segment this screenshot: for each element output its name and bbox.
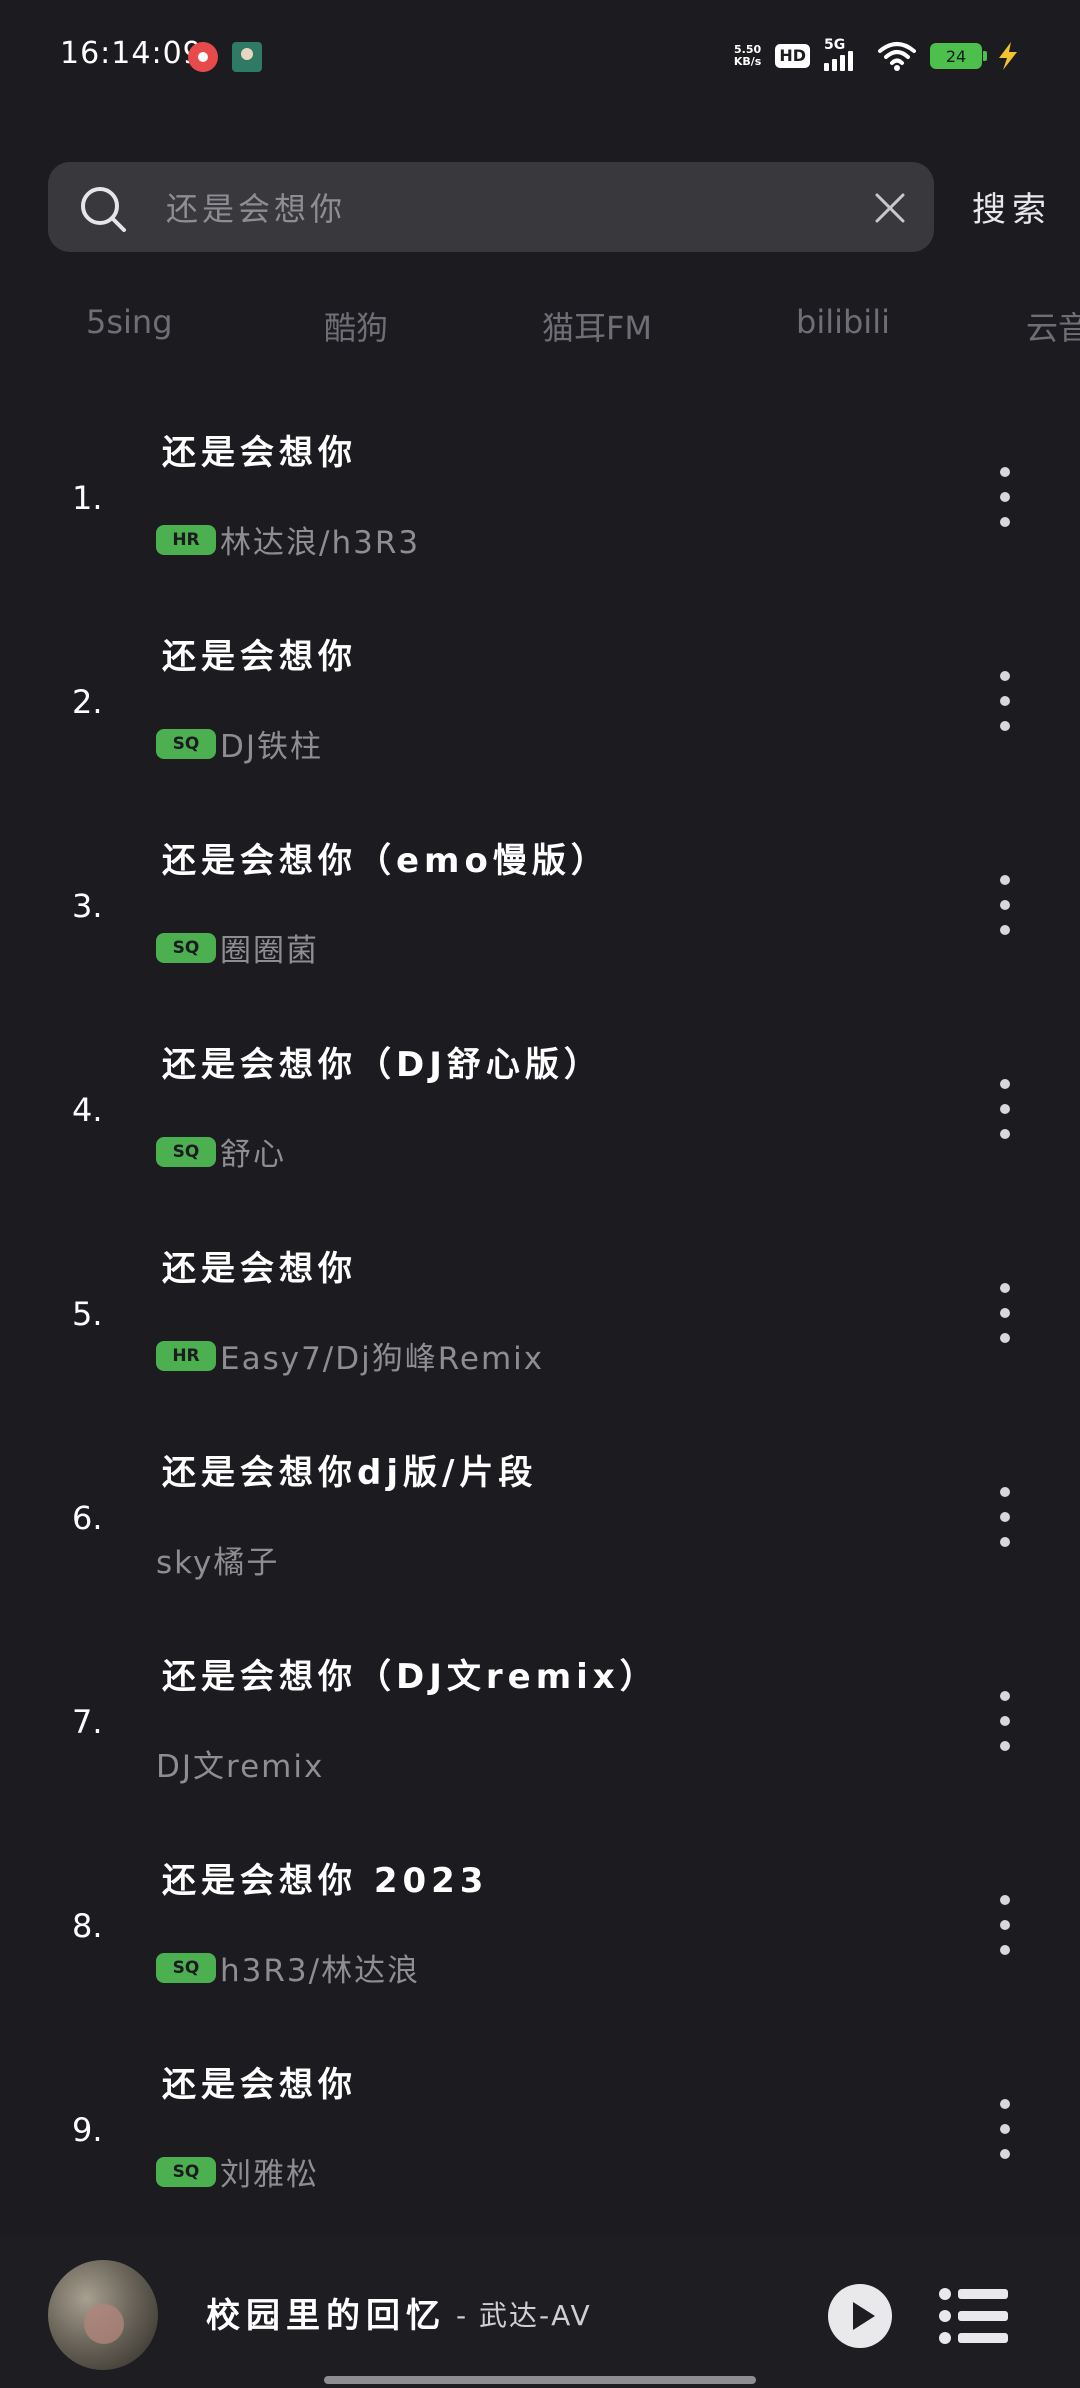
song-artist: 林达浪/h3R3: [220, 525, 421, 561]
item-index: 1.: [72, 479, 103, 517]
song-meta: SQ h3R3/林达浪: [156, 1945, 420, 1990]
battery-level: 24: [945, 46, 967, 66]
search-input[interactable]: [166, 178, 806, 236]
song-artist: 圈圈菌: [220, 933, 319, 969]
more-icon[interactable]: [990, 1487, 1020, 1547]
item-index: 9.: [72, 2111, 103, 2149]
now-playing-title: 校园里的回忆: [206, 2296, 446, 2336]
song-meta: SQ DJ铁柱: [156, 721, 323, 766]
song-artist: DJ文remix: [156, 1749, 325, 1785]
home-indicator[interactable]: [324, 2376, 756, 2384]
tab-cloud-music[interactable]: 云音: [1026, 303, 1080, 349]
list-item[interactable]: 1. 还是会想你 HR 林达浪/h3R3: [0, 395, 1080, 599]
list-item[interactable]: 8. 还是会想你 2023 SQ h3R3/林达浪: [0, 1823, 1080, 2027]
net-speed-unit: KB/s: [733, 55, 762, 68]
song-title: 还是会想你: [162, 433, 357, 473]
hd-badge: HD: [775, 44, 810, 68]
list-item[interactable]: 9. 还是会想你 SQ 刘雅松: [0, 2027, 1080, 2231]
battery-icon: 24: [930, 43, 987, 69]
item-index: 3.: [72, 887, 103, 925]
song-meta: HR 林达浪/h3R3: [156, 517, 420, 562]
song-title: 还是会想你: [162, 637, 357, 677]
song-artist: Easy7/Dj狗峰Remix: [220, 1341, 545, 1377]
more-icon[interactable]: [990, 1691, 1020, 1751]
list-item[interactable]: 3. 还是会想你（emo慢版） SQ 圈圈菌: [0, 803, 1080, 1007]
item-index: 5.: [72, 1295, 103, 1333]
list-item[interactable]: 5. 还是会想你 HR Easy7/Dj狗峰Remix: [0, 1211, 1080, 1415]
now-playing-artist: - 武达-AV: [456, 2299, 592, 2332]
item-index: 7.: [72, 1703, 103, 1741]
song-title: 还是会想你: [162, 2065, 357, 2105]
song-artist: h3R3/林达浪: [220, 1953, 421, 1989]
status-indicators: 5.50 KB/s HD 5G 24: [734, 36, 1020, 76]
quality-badge: HR: [156, 1340, 216, 1371]
netease-music-icon: [188, 42, 218, 72]
more-icon[interactable]: [990, 875, 1020, 935]
list-item[interactable]: 6. 还是会想你dj版/片段 sky橘子: [0, 1415, 1080, 1619]
more-icon[interactable]: [990, 1079, 1020, 1139]
song-artist: 舒心: [220, 1137, 286, 1173]
song-title: 还是会想你: [162, 1249, 357, 1289]
song-artist: DJ铁柱: [220, 729, 324, 765]
song-meta: SQ 刘雅松: [156, 2149, 319, 2194]
search-box[interactable]: [48, 162, 934, 252]
network-label: 5G: [824, 37, 846, 53]
list-item[interactable]: 7. 还是会想你（DJ文remix） DJ文remix: [0, 1619, 1080, 1823]
song-meta: DJ文remix: [156, 1741, 324, 1786]
song-meta: SQ 圈圈菌: [156, 925, 319, 970]
quality-badge: SQ: [156, 1952, 216, 1983]
item-index: 8.: [72, 1907, 103, 1945]
song-artist: 刘雅松: [220, 2157, 319, 2193]
song-title: 还是会想你 2023: [162, 1861, 489, 1901]
quality-badge: SQ: [156, 728, 216, 759]
quality-badge: SQ: [156, 1136, 216, 1167]
list-item[interactable]: 2. 还是会想你 SQ DJ铁柱: [0, 599, 1080, 803]
quality-badge: SQ: [156, 932, 216, 963]
album-art[interactable]: [48, 2260, 158, 2370]
quality-badge: HR: [156, 524, 216, 555]
tab-missevan[interactable]: 猫耳FM: [542, 303, 652, 349]
charging-bolt-icon: [999, 42, 1017, 70]
list-item[interactable]: 4. 还是会想你（DJ舒心版） SQ 舒心: [0, 1007, 1080, 1211]
more-icon[interactable]: [990, 2099, 1020, 2159]
tab-kugou[interactable]: 酷狗: [324, 303, 388, 349]
song-meta: HR Easy7/Dj狗峰Remix: [156, 1333, 544, 1378]
song-title: 还是会想你（DJ舒心版）: [162, 1045, 603, 1085]
wifi-icon: [878, 42, 916, 71]
tab-5sing[interactable]: 5sing: [86, 303, 173, 341]
song-meta: SQ 舒心: [156, 1129, 286, 1174]
song-title: 还是会想你（emo慢版）: [162, 841, 610, 881]
quality-badge: SQ: [156, 2156, 216, 2187]
source-tabs: 5sing 酷狗 猫耳FM bilibili 云音: [0, 295, 1080, 355]
status-time: 16:14:09: [60, 36, 203, 71]
status-bar: 16:14:09 5.50 KB/s HD 5G 24: [0, 0, 1080, 120]
item-index: 4.: [72, 1091, 103, 1129]
song-meta: sky橘子: [156, 1537, 279, 1582]
more-icon[interactable]: [990, 1283, 1020, 1343]
item-index: 2.: [72, 683, 103, 721]
search-button[interactable]: 搜索: [972, 182, 1052, 231]
signal-icon: 5G: [824, 37, 864, 71]
avatar-app-icon: [232, 42, 262, 72]
clear-icon[interactable]: [874, 192, 906, 224]
tab-bilibili[interactable]: bilibili: [796, 303, 890, 341]
net-speed: 5.50 KB/s: [734, 44, 761, 68]
song-title: 还是会想你（DJ文remix）: [162, 1657, 659, 1697]
more-icon[interactable]: [990, 467, 1020, 527]
mini-player[interactable]: 校园里的回忆 - 武达-AV: [0, 2236, 1080, 2388]
search-icon: [81, 187, 126, 232]
item-index: 6.: [72, 1499, 103, 1537]
song-title: 还是会想你dj版/片段: [162, 1453, 538, 1493]
play-button[interactable]: [828, 2284, 892, 2348]
more-icon[interactable]: [990, 671, 1020, 731]
song-artist: sky橘子: [156, 1545, 280, 1581]
playlist-icon[interactable]: [938, 2286, 1010, 2346]
more-icon[interactable]: [990, 1895, 1020, 1955]
